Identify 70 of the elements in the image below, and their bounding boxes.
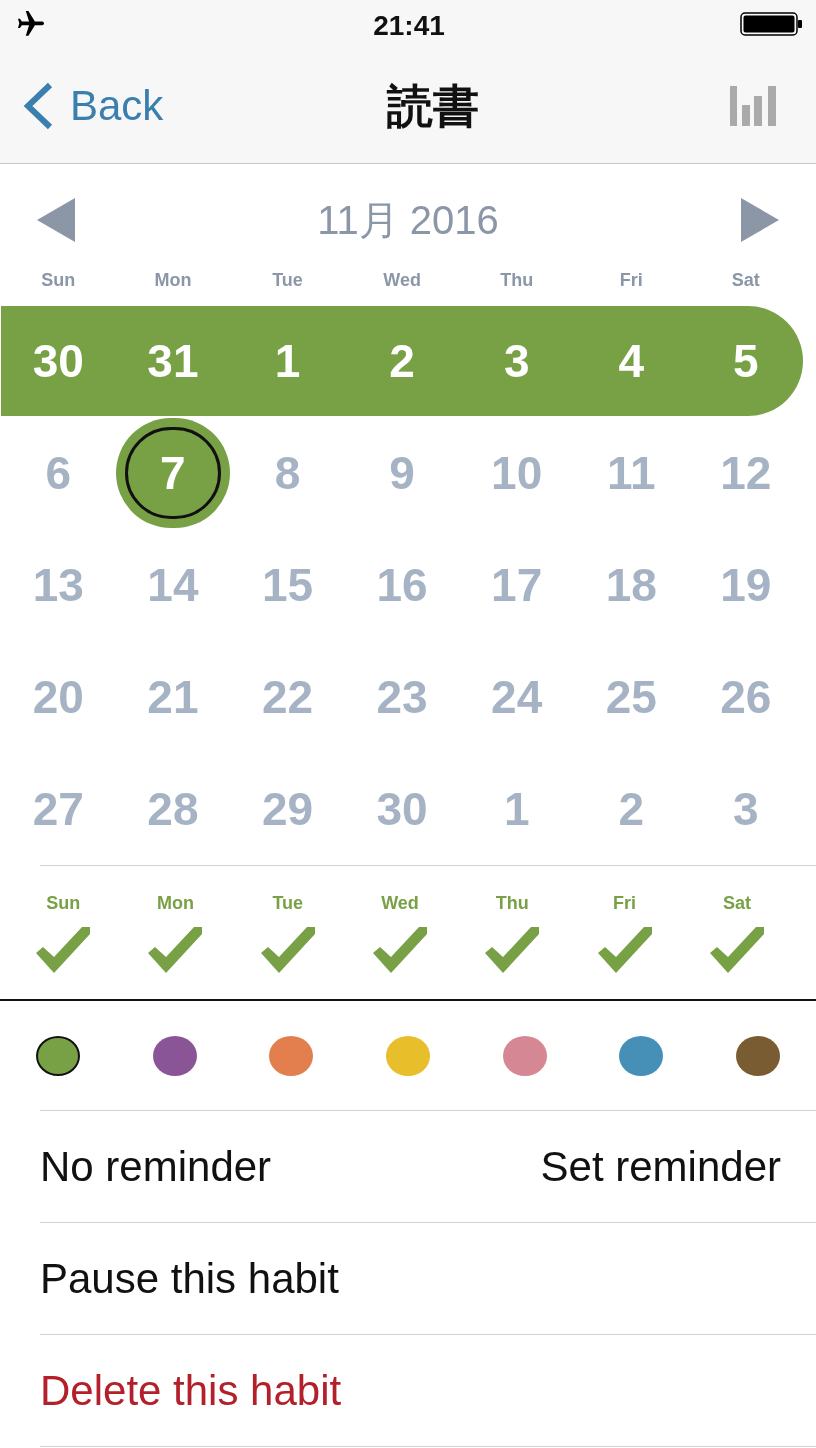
screen-title: 読書 [387, 78, 479, 134]
calendar-day[interactable]: 14 [115, 530, 231, 640]
calendar-day[interactable]: 19 [688, 530, 804, 640]
swatch-icon[interactable] [735, 1035, 780, 1076]
calendar-day[interactable]: 17 [459, 530, 574, 640]
set-reminder-button[interactable]: Set reminder [540, 1142, 781, 1191]
weekday-toggle[interactable]: Mon [148, 892, 203, 973]
battery-icon [740, 12, 802, 36]
weekday-toggle[interactable]: Wed [373, 892, 428, 973]
calendar-day[interactable]: 23 [344, 642, 460, 752]
weekday-label: Thu [500, 269, 534, 292]
calendar-day[interactable]: 9 [344, 418, 460, 528]
weekday-toggle[interactable]: Thu [485, 892, 540, 973]
calendar-day[interactable]: 3 [688, 754, 804, 864]
calendar-day[interactable]: 15 [230, 530, 345, 640]
weekday-label: Sun [41, 269, 76, 292]
weekday-label: Mon [154, 269, 192, 292]
right-arrow-icon[interactable] [741, 198, 779, 242]
airplane-icon [16, 11, 46, 37]
chevron-left-icon [22, 81, 54, 130]
swatch-icon[interactable] [386, 1035, 430, 1076]
back-button[interactable]: Back [22, 80, 164, 131]
calendar-day[interactable]: 7 [115, 418, 231, 528]
calendar-day[interactable]: 3 [459, 306, 574, 416]
weekday-label: Sat [731, 269, 760, 292]
calendar-day[interactable]: 4 [573, 306, 689, 416]
calendar-day[interactable]: 25 [573, 642, 689, 752]
reminder-status: No reminder [40, 1142, 272, 1191]
calendar-day[interactable]: 24 [459, 642, 574, 752]
calendar-day[interactable]: 30 [344, 754, 460, 864]
calendar-day[interactable]: 27 [1, 754, 116, 864]
status-time: 21:41 [373, 9, 445, 42]
left-arrow-icon[interactable] [37, 198, 75, 242]
calendar-day[interactable]: 12 [688, 418, 804, 528]
calendar-day[interactable]: 2 [573, 754, 689, 864]
month-title: 11月 2016 [317, 198, 499, 242]
weekday-toggle[interactable]: Fri [597, 892, 652, 973]
swatch-icon[interactable] [269, 1035, 314, 1076]
calendar-day[interactable]: 2 [344, 306, 460, 416]
calendar-day[interactable]: 11 [573, 418, 689, 528]
calendar-day[interactable]: 31 [115, 306, 231, 416]
calendar-day[interactable]: 1 [459, 754, 574, 864]
action-button[interactable]: Pause this habit [40, 1254, 339, 1303]
calendar-day[interactable]: 28 [115, 754, 231, 864]
calendar-day[interactable]: 20 [1, 642, 116, 752]
calendar-day[interactable]: 30 [1, 306, 116, 416]
calendar-day[interactable]: 8 [230, 418, 345, 528]
calendar-day[interactable]: 21 [115, 642, 231, 752]
weekday-label: Tue [272, 269, 303, 292]
swatch-icon[interactable] [152, 1035, 197, 1076]
calendar-day[interactable]: 22 [230, 642, 345, 752]
weekday-toggle[interactable]: Sun [36, 892, 91, 973]
weekday-label: Wed [383, 269, 421, 292]
weekday-label: Fri [619, 269, 643, 292]
weekday-toggle[interactable]: Sat [709, 892, 764, 973]
calendar-day[interactable]: 1 [230, 306, 345, 416]
calendar-day[interactable]: 29 [230, 754, 345, 864]
calendar-day[interactable]: 6 [1, 418, 116, 528]
calendar-day[interactable]: 26 [688, 642, 804, 752]
swatch-icon[interactable] [502, 1035, 547, 1076]
bar-chart-icon[interactable] [730, 85, 776, 126]
delete-button[interactable]: Delete this habit [40, 1366, 342, 1415]
calendar-day[interactable]: 10 [459, 418, 574, 528]
calendar-day[interactable]: 5 [688, 306, 804, 416]
calendar-day[interactable]: 16 [344, 530, 460, 640]
calendar-day[interactable]: 18 [573, 530, 689, 640]
swatch-icon[interactable] [36, 1035, 81, 1076]
swatch-icon[interactable] [619, 1035, 664, 1076]
calendar-day[interactable]: 13 [1, 530, 116, 640]
weekday-toggle[interactable]: Tue [260, 892, 315, 973]
